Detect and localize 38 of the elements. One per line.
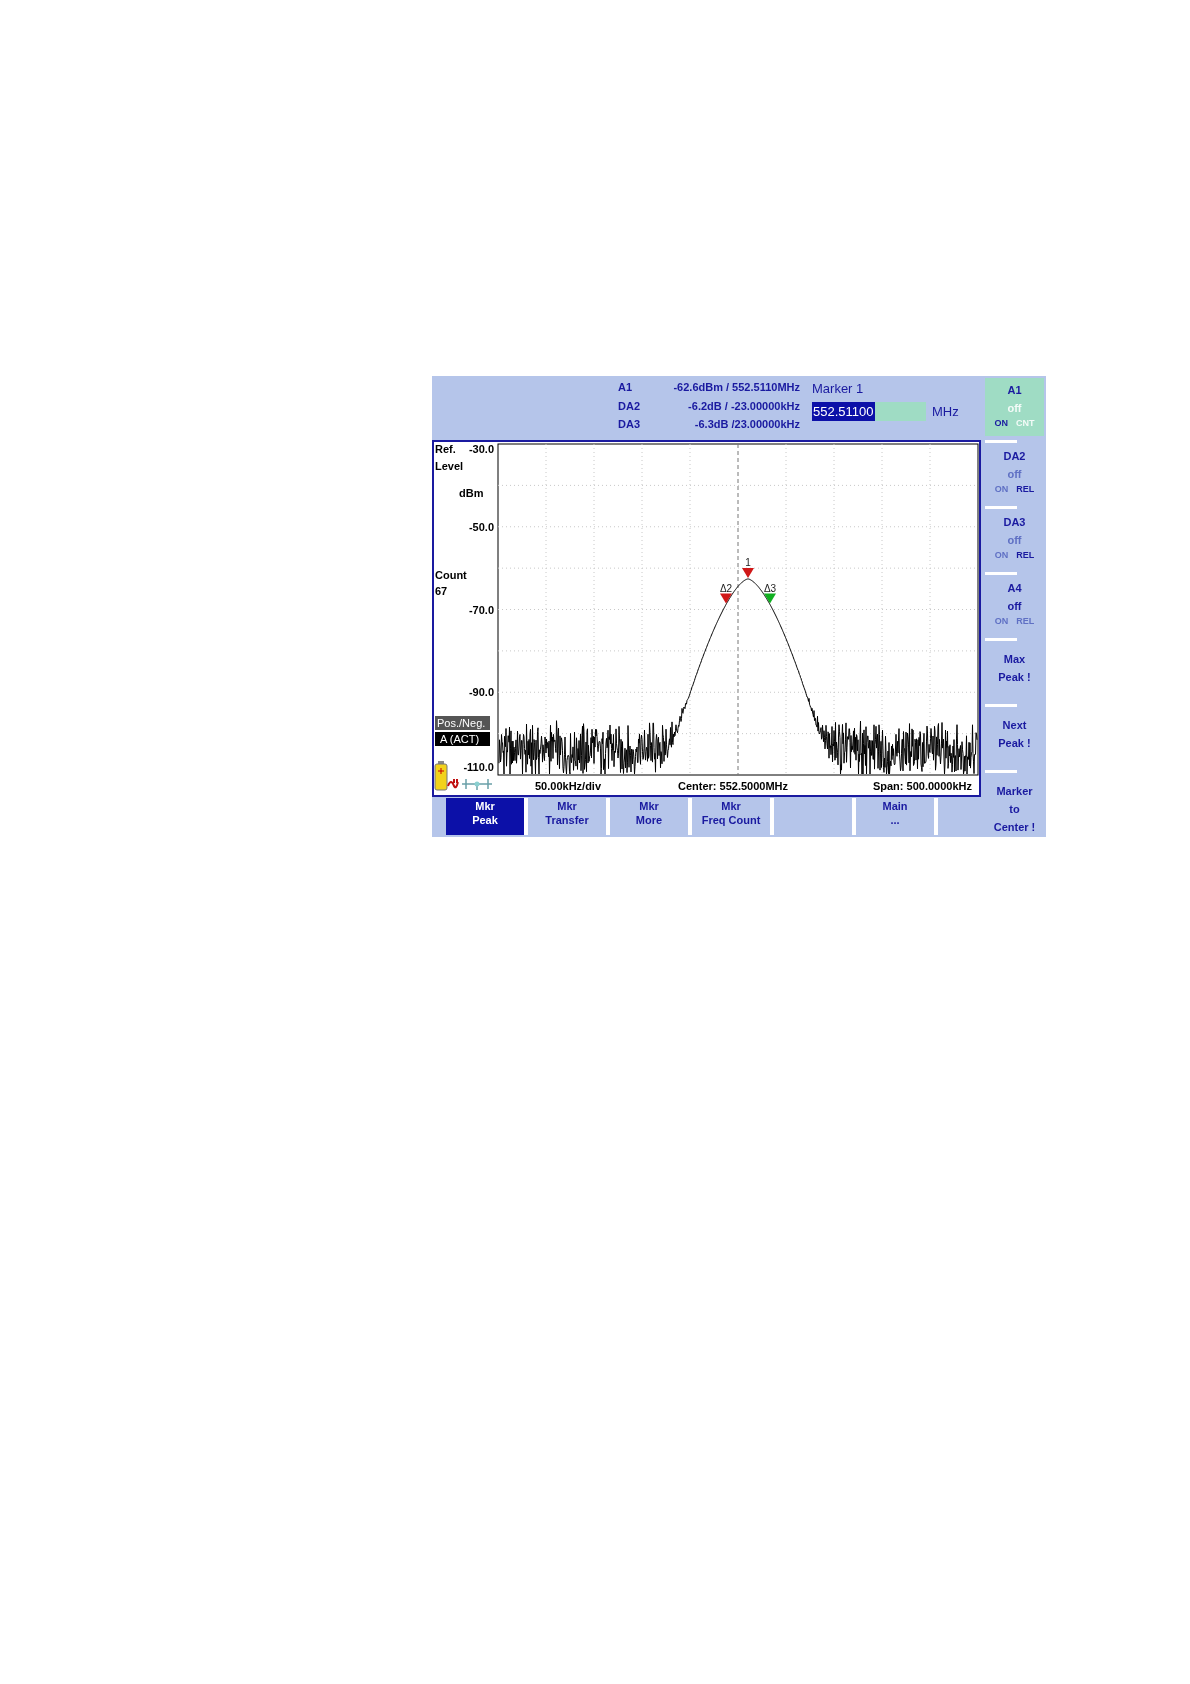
readout-value: -6.3dB /23.00000kHz (693, 417, 800, 432)
marker-label: DA3 (618, 417, 641, 432)
marker-title: Marker 1 (812, 380, 865, 398)
marker-label: 1 (745, 556, 751, 568)
marker-label: DA2 (618, 398, 641, 414)
span-label: Span: 500.0000kHz (872, 780, 972, 792)
network-icon (461, 778, 493, 791)
marker-label: Δ2 (719, 582, 733, 594)
marker-softkey[interactable]: DA2 off ON REL (985, 444, 1044, 502)
unit-label: dBm (459, 487, 484, 499)
softkey[interactable]: Mkr Peak (446, 798, 528, 835)
readout-value: -62.6dBm / 552.5110MHz (672, 380, 800, 395)
axis-label: -50.0 (468, 520, 494, 533)
trace-mode-badge: A (ACT) (435, 732, 490, 746)
softkey[interactable]: Next Peak ! (985, 708, 1044, 766)
marker-softkey[interactable]: A4 off ON REL (985, 576, 1044, 634)
axis-label: -90.0 (468, 686, 494, 699)
count-label: Count (435, 569, 467, 581)
readout-value: -6.2dB / -23.00000kHz (687, 398, 800, 414)
battery-icon (434, 761, 448, 791)
marker-softkey[interactable]: A1 off ON CNT (985, 378, 1044, 436)
marker-label: Δ3 (763, 582, 777, 594)
center-label: Center: 552.5000MHz (678, 780, 789, 792)
plug-icon (447, 778, 459, 789)
softkey[interactable]: Marker to Center ! (985, 774, 1044, 832)
axis-label: -70.0 (468, 603, 494, 616)
detector-badge: Pos./Neg. (435, 716, 490, 730)
ref-label: Level (435, 460, 464, 472)
axis-label: -30.0 (468, 443, 494, 455)
marker-label: A1 (618, 380, 634, 395)
softkey[interactable]: Max Peak ! (985, 642, 1044, 700)
unit-label: MHz (932, 402, 959, 421)
count-value: 67 (435, 585, 448, 597)
ref-label: Ref. (435, 443, 456, 455)
frequency-field[interactable]: 552.51100 (812, 401, 926, 421)
scale-label: 50.00kHz/div (535, 780, 602, 792)
axis-label: -110.0 (463, 761, 494, 773)
marker-softkey[interactable]: DA3 off ON REL (985, 510, 1044, 568)
